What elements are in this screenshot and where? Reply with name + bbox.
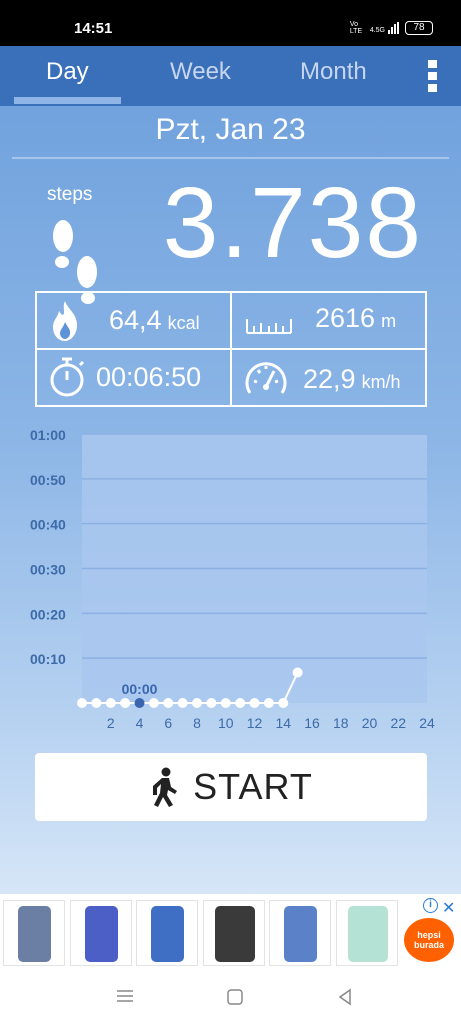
chart-point (192, 698, 202, 708)
chart-x-tick: 16 (304, 715, 320, 731)
speed-unit: km/h (361, 372, 401, 392)
chart-point (77, 698, 87, 708)
steps-label: steps (47, 184, 93, 205)
battery-icon: 78 (405, 21, 433, 35)
chart-x-tick: 10 (218, 715, 234, 731)
ad-phone-3[interactable] (136, 900, 198, 966)
walking-person-icon (153, 767, 178, 807)
chart-point (263, 698, 274, 708)
calories-value: 64,4 (109, 305, 162, 335)
chart-x-tick: 14 (275, 715, 291, 731)
start-button[interactable]: START (35, 753, 427, 821)
hepsiburada-logo[interactable]: hepsi burada (404, 918, 454, 962)
chart-y-tick: 00:50 (30, 472, 66, 488)
distance-stat: 2616 m (315, 303, 396, 334)
ruler-icon (246, 319, 292, 334)
calories-unit: kcal (167, 313, 200, 333)
chart-point (278, 698, 289, 708)
duration-value: 00:06:50 (96, 362, 202, 392)
ad-info-icon[interactable]: i (423, 898, 438, 913)
stats-grid: 64,4 kcal 2616 m 00:06:50 22,9 km/h (35, 291, 427, 407)
chart-point (220, 698, 231, 708)
divider (12, 157, 449, 159)
network-label: Vo LTE (349, 21, 363, 35)
tab-day[interactable]: Day (46, 58, 89, 86)
chart-point (91, 698, 102, 708)
chart-point (105, 698, 116, 708)
ad-phone-6[interactable] (336, 900, 398, 966)
chart-x-tick: 12 (247, 715, 263, 731)
chart-x-tick: 8 (193, 715, 201, 731)
chart-point (120, 698, 131, 708)
chart-x-tick: 22 (390, 715, 406, 731)
status-bar: 14:51 Vo LTE 4.5G 78 (0, 0, 461, 46)
speed-stat: 22,9 km/h (303, 364, 401, 395)
chart-selected-label: 00:00 (122, 681, 158, 697)
chart-point (235, 698, 246, 708)
distance-value: 2616 (315, 303, 376, 333)
data-label: 4.5G (369, 27, 385, 34)
status-time: 14:51 (74, 20, 113, 37)
recent-apps-icon[interactable] (116, 988, 134, 1004)
chart-y-tick: 00:40 (30, 517, 66, 533)
calories-stat: 64,4 kcal (109, 305, 200, 336)
ad-phone-1[interactable] (3, 900, 65, 966)
ad-banner[interactable]: i ✕ hepsi burada (0, 894, 461, 976)
chart-y-tick: 01:00 (30, 427, 66, 443)
back-icon[interactable] (336, 988, 354, 1006)
ad-close-icon[interactable]: ✕ (442, 898, 455, 918)
chart-point (177, 698, 188, 708)
chart-y-tick: 00:20 (30, 606, 66, 622)
chart-x-tick: 4 (136, 715, 144, 731)
chart-x-tick: 18 (333, 715, 349, 731)
overflow-menu-icon[interactable] (424, 60, 440, 94)
system-nav-bar (0, 976, 461, 1024)
home-icon[interactable] (226, 988, 244, 1006)
chart-x-tick: 20 (362, 715, 378, 731)
chart-point (206, 698, 217, 708)
signal-icon: 4.5G (370, 22, 399, 34)
tab-indicator (14, 97, 121, 104)
flame-icon (53, 301, 78, 341)
chart-x-tick: 24 (419, 715, 435, 731)
chart-point-selected (134, 698, 145, 708)
ad-phone-2[interactable] (70, 900, 132, 966)
duration-stat: 00:06:50 (96, 362, 201, 393)
chart-point (163, 698, 174, 708)
chart-point (292, 667, 303, 678)
date-title[interactable]: Pzt, Jan 23 (0, 113, 461, 147)
chart-y-tick: 00:10 (30, 651, 66, 667)
chart-x-tick: 6 (164, 715, 172, 731)
status-icons: Vo LTE 4.5G 78 (350, 21, 433, 35)
ad-phone-5[interactable] (269, 900, 331, 966)
chart-y-tick: 00:30 (30, 562, 66, 578)
tab-week[interactable]: Week (170, 58, 231, 86)
distance-unit: m (381, 311, 397, 331)
tab-bar: Day Week Month (0, 46, 461, 106)
activity-chart[interactable]: 01:0000:5000:4000:3000:2000:102 4 6 8 10 12 14… (0, 421, 461, 741)
tab-month[interactable]: Month (300, 58, 367, 86)
speed-value: 22,9 (303, 364, 356, 394)
chart-point (148, 698, 159, 708)
ad-phone-4[interactable] (203, 900, 265, 966)
chart-point (249, 698, 260, 708)
app-screen: Day Week Month Pzt, Jan 23 steps 3.738 6… (0, 46, 461, 894)
stopwatch-icon (50, 357, 85, 397)
steps-count: 3.738 (162, 167, 423, 279)
speedometer-icon (245, 362, 287, 394)
start-label: START (193, 766, 313, 807)
chart-x-tick: 2 (107, 715, 115, 731)
